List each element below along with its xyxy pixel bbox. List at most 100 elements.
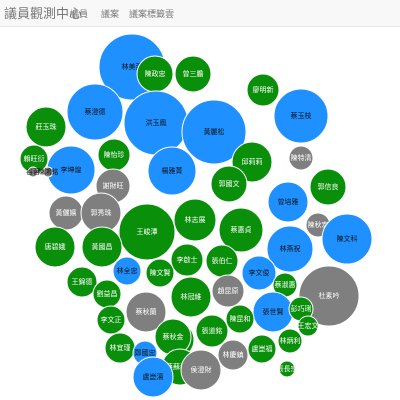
bubble-node[interactable]: 陳文賢 bbox=[145, 258, 175, 288]
bubble-label: 黃麗松 bbox=[204, 127, 225, 136]
bubble-label: 侯澄財 bbox=[191, 365, 212, 374]
bubble-node[interactable]: 李文俊 bbox=[241, 255, 277, 291]
bubble-label: 李文正 bbox=[101, 315, 122, 324]
bubble-node[interactable]: 蔡澄德 bbox=[66, 83, 124, 141]
nav-bill-tag-cloud[interactable]: 議案標籤雲 bbox=[129, 7, 174, 20]
bubble-label: 蔡秋金 bbox=[163, 332, 184, 341]
bubble-label: 林炳利 bbox=[280, 336, 301, 345]
bubble-label: 林全忠 bbox=[117, 266, 138, 275]
bubble-label: 王宏文 bbox=[298, 321, 319, 330]
bubble-label: 盧崑福 bbox=[252, 344, 273, 353]
bubble-label: 林冠維 bbox=[181, 292, 202, 301]
bubble-label: 曾三膽 bbox=[183, 69, 204, 78]
bubble-node[interactable]: 林慶鎮 bbox=[217, 339, 249, 371]
bubble-node[interactable]: 李啟士 bbox=[170, 243, 204, 277]
bubble-label: 曾培雅 bbox=[278, 197, 299, 206]
bubble-label: 盧崑濱 bbox=[143, 372, 164, 381]
bubble-label: 張伯仁 bbox=[212, 256, 233, 265]
bubble-node[interactable]: 王峻潭 bbox=[118, 203, 176, 261]
bubble-label: 郭信良 bbox=[318, 182, 339, 191]
bubble-node[interactable]: 黃國昌 bbox=[81, 226, 123, 268]
bubble-node[interactable]: 趙昆原 bbox=[211, 274, 245, 308]
bubble-label: 王峻潭 bbox=[137, 227, 158, 236]
bubble-node[interactable]: 林志展 bbox=[173, 198, 217, 242]
bubble-chart: 林美燕陳政忠 曾三膽廖明新蔡澄德洪玉鳳黃麗松蔡玉枝莊玉珠李坤煌陳怡珍楊雅菁邱莉莉陳… bbox=[19, 33, 373, 398]
bubble-label: 林燕祝 bbox=[280, 244, 301, 253]
bubble-label: 彭巧琍 bbox=[291, 304, 312, 313]
bubble-node[interactable]: 陳昆和 bbox=[225, 304, 255, 334]
bubble-node[interactable]: 黃儷嬪 bbox=[48, 195, 84, 231]
bubble-label: 陳文賢 bbox=[150, 268, 171, 277]
bubble-node[interactable]: 洪玉鳳 bbox=[123, 90, 189, 156]
navbar: 議員觀測中心 議員 議案 議案標籤雲 bbox=[0, 0, 400, 27]
bubble-node[interactable]: 陳怡珍 bbox=[97, 138, 131, 172]
bubble-label: 賴旺衍 bbox=[24, 154, 45, 163]
bubble-label: 張長宗 bbox=[277, 364, 298, 373]
bubble-node[interactable]: 張伯仁 bbox=[205, 244, 239, 278]
bubble-label: 郭秀珠 bbox=[91, 208, 112, 217]
bubble-label: 黃國昌 bbox=[92, 242, 113, 251]
bubble-node[interactable]: 張世賢 bbox=[252, 291, 294, 333]
bubble-label: 蔡淑惠 bbox=[275, 280, 296, 289]
bubble-node[interactable]: 王錦德 bbox=[66, 266, 98, 298]
bubble-label: 蔡澄德 bbox=[85, 107, 106, 116]
bubble-label: 陳文科 bbox=[337, 234, 358, 243]
bubble-node[interactable]: 郭信良 bbox=[309, 168, 347, 206]
nav-legislators[interactable]: 議員 bbox=[70, 7, 88, 20]
bubble-label: 王錦德 bbox=[72, 277, 93, 286]
bubble-label: 張道銘 bbox=[202, 326, 223, 335]
bubble-label: 劉益昌 bbox=[97, 289, 118, 298]
bubble-label: 蔡玉枝 bbox=[291, 111, 312, 120]
bubble-node[interactable]: 林炳利 bbox=[277, 328, 303, 354]
bubble-node[interactable]: 莊玉珠 bbox=[25, 106, 67, 148]
bubble-label: 蔡惠貞 bbox=[231, 225, 252, 234]
bubble-label: 蔡秋蘭 bbox=[136, 307, 157, 316]
bubble-node[interactable]: 張長宗 bbox=[277, 360, 298, 378]
bubble-label: 謝財旺 bbox=[103, 181, 124, 190]
bubble-label: 杜素吟 bbox=[319, 291, 340, 300]
bubble-node[interactable]: 李文正 bbox=[96, 305, 126, 335]
bubble-label: 林志展 bbox=[185, 215, 206, 224]
bubble-label: 黃儷嬪 bbox=[56, 208, 77, 217]
bubble-node[interactable]: 曾三膽 bbox=[174, 55, 212, 93]
bubble-label: 李坤煌 bbox=[61, 165, 82, 174]
bubble-node[interactable]: 盧崑濱 bbox=[132, 356, 174, 398]
bubble-node[interactable]: 陳特清 bbox=[288, 145, 314, 171]
bubble-label: 唐碧娥 bbox=[45, 242, 66, 251]
bubble-node[interactable]: 楊雅菁 bbox=[147, 146, 197, 196]
bubble-node[interactable]: 廖明新 bbox=[246, 73, 280, 107]
bubble-label: 林慶鎮 bbox=[223, 350, 244, 359]
bubble-label: 張世賢 bbox=[263, 307, 284, 316]
bubble-label: 趙昆原 bbox=[218, 286, 239, 295]
bubble-node[interactable]: 王宏文 bbox=[297, 315, 319, 337]
bubble-node[interactable]: 郭國文 bbox=[210, 165, 248, 203]
bubble-label: 邱莉莉 bbox=[242, 157, 263, 166]
bubble-label: 莊玉珠 bbox=[36, 122, 57, 131]
bubble-node[interactable]: 林全忠 bbox=[112, 256, 142, 286]
bubble-node[interactable]: 劉益昌 bbox=[92, 279, 122, 309]
bubble-label: 郭國文 bbox=[219, 179, 240, 188]
bubble-label: 楊雅菁 bbox=[162, 166, 183, 175]
bubble-node[interactable]: 蔡玉枝 bbox=[273, 88, 329, 144]
bubble-label: 陳怡珍 bbox=[104, 150, 125, 159]
bubble-label: 鄭國忠 bbox=[135, 348, 156, 357]
bubble-label: 陳鴻銘 bbox=[38, 167, 59, 176]
bubble-label: 李文俊 bbox=[249, 268, 270, 277]
bubble-label: 林宜瑾 bbox=[110, 343, 131, 352]
bubble-label: 陳政忠 bbox=[145, 69, 166, 78]
bubble-node[interactable]: 侯澄財 bbox=[180, 349, 222, 391]
bubble-node[interactable]: 陳政忠 bbox=[136, 55, 174, 93]
bubble-node[interactable]: 盧崑福 bbox=[247, 334, 277, 364]
bubble-node[interactable]: 陳文科 bbox=[321, 213, 373, 265]
bubble-label: 李啟士 bbox=[177, 255, 198, 264]
bubble-node[interactable]: 陳鴻銘 bbox=[38, 166, 59, 178]
bubble-node[interactable]: 林冠維 bbox=[170, 276, 212, 318]
bubble-node[interactable]: 曾培雅 bbox=[267, 181, 309, 223]
bubble-node[interactable]: 張道銘 bbox=[195, 314, 229, 348]
bubble-label: 陳昆和 bbox=[230, 314, 251, 323]
bubble-node[interactable]: 唐碧娥 bbox=[34, 226, 76, 268]
nav-bills[interactable]: 議案 bbox=[101, 7, 119, 20]
bubble-node[interactable]: 林宜瑾 bbox=[104, 332, 136, 364]
bubble-label: 陳特清 bbox=[291, 153, 312, 162]
bubble-label: 洪玉鳳 bbox=[146, 118, 167, 127]
